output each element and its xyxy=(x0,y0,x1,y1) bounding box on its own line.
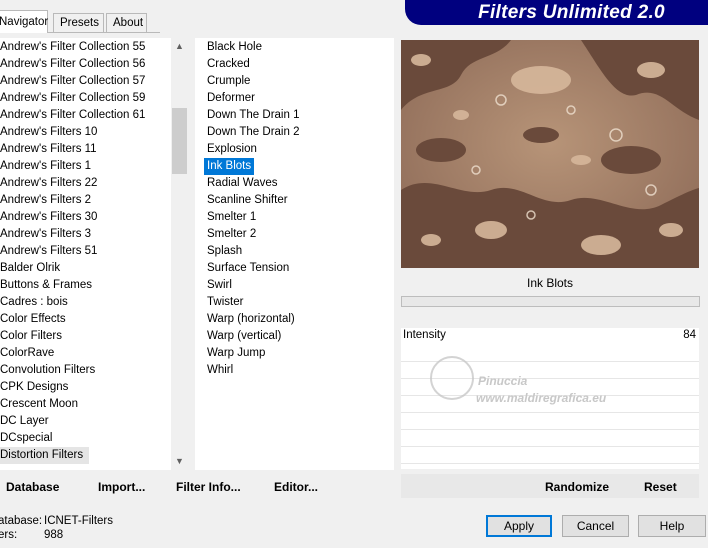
category-item[interactable]: Andrew's Filters 51 xyxy=(0,243,171,260)
watermark-line1: Pinuccia xyxy=(478,374,528,388)
category-item[interactable]: Color Filters xyxy=(0,328,171,345)
category-item[interactable]: Andrew's Filters 30 xyxy=(0,209,171,226)
cancel-button[interactable]: Cancel xyxy=(562,515,629,537)
tab-navigator[interactable]: Navigator xyxy=(0,10,48,33)
filter-item[interactable]: Ink Blots xyxy=(204,158,255,175)
category-item[interactable]: Andrew's Filters 10 xyxy=(0,124,171,141)
filter-info-button[interactable]: Filter Info... xyxy=(176,480,241,494)
randomize-button[interactable]: Randomize xyxy=(545,480,609,494)
filter-item[interactable]: Smelter 1 xyxy=(207,209,394,226)
category-item[interactable]: Distortion Filters xyxy=(0,447,90,464)
category-item[interactable]: DCspecial xyxy=(0,430,171,447)
category-scrollbar[interactable]: ▲ ▼ xyxy=(171,38,188,470)
filter-item[interactable]: Surface Tension xyxy=(207,260,394,277)
filter-item[interactable]: Warp (vertical) xyxy=(207,328,394,345)
category-item[interactable]: CPK Designs xyxy=(0,379,171,396)
param-label: Intensity xyxy=(403,329,446,341)
category-item[interactable]: ColorRave xyxy=(0,345,171,362)
category-item[interactable]: Andrew's Filters 11 xyxy=(0,141,171,158)
category-item[interactable]: Andrew's Filters 2 xyxy=(0,192,171,209)
watermark-line2: www.maldiregrafica.eu xyxy=(476,391,607,405)
scroll-down-icon[interactable]: ▼ xyxy=(171,453,188,470)
status-db-value: ICNET-Filters xyxy=(44,515,113,527)
filter-item[interactable]: Radial Waves xyxy=(207,175,394,192)
preview-title: Ink Blots xyxy=(526,276,574,290)
category-item[interactable]: Buttons & Frames xyxy=(0,277,171,294)
watermark-logo-icon xyxy=(430,356,474,400)
category-item[interactable]: Crescent Moon xyxy=(0,396,171,413)
param-value: 84 xyxy=(683,329,696,341)
app-banner: Filters Unlimited 2.0 xyxy=(405,0,708,25)
category-item[interactable]: Andrew's Filter Collection 56 xyxy=(0,56,171,73)
param-row[interactable]: Intensity 84 xyxy=(401,328,699,345)
apply-button[interactable]: Apply xyxy=(486,515,552,537)
editor-button[interactable]: Editor... xyxy=(274,480,318,494)
category-item[interactable]: Convolution Filters xyxy=(0,362,171,379)
preview-title-underline xyxy=(401,296,700,307)
category-item[interactable]: Andrew's Filter Collection 61 xyxy=(0,107,171,124)
category-item[interactable]: Cadres : bois xyxy=(0,294,171,311)
filter-item[interactable]: Crumple xyxy=(207,73,394,90)
filter-list[interactable]: Black Hole Cracked Crumple Deformer Down The… xyxy=(195,38,394,470)
scroll-thumb[interactable] xyxy=(172,108,187,174)
category-item[interactable]: Andrew's Filter Collection 55 xyxy=(0,39,171,56)
tab-presets[interactable]: Presets xyxy=(53,13,104,32)
filter-item[interactable]: Warp (horizontal) xyxy=(207,311,394,328)
import-button[interactable]: Import... xyxy=(98,480,145,494)
category-item[interactable]: Balder Olrik xyxy=(0,260,171,277)
filter-item[interactable]: Deformer xyxy=(207,90,394,107)
filter-item[interactable]: Black Hole xyxy=(207,39,394,56)
reset-button[interactable]: Reset xyxy=(644,480,677,494)
database-button[interactable]: Database xyxy=(6,480,59,494)
filter-item[interactable]: Down The Drain 2 xyxy=(207,124,394,141)
help-button[interactable]: Help xyxy=(638,515,706,537)
preview-image xyxy=(401,40,699,268)
filter-item[interactable]: Splash xyxy=(207,243,394,260)
category-item[interactable]: Andrew's Filters 22 xyxy=(0,175,171,192)
tab-about[interactable]: About xyxy=(106,13,147,32)
filter-item[interactable]: Twister xyxy=(207,294,394,311)
filter-item[interactable]: Whirl xyxy=(207,362,394,379)
category-item[interactable]: Andrew's Filter Collection 57 xyxy=(0,73,171,90)
filter-item[interactable]: Swirl xyxy=(207,277,394,294)
category-item[interactable]: Andrew's Filter Collection 59 xyxy=(0,90,171,107)
category-item[interactable]: DC Layer xyxy=(0,413,171,430)
category-item[interactable]: Andrew's Filters 3 xyxy=(0,226,171,243)
status-filters-label: ers: xyxy=(0,529,18,541)
scroll-up-icon[interactable]: ▲ xyxy=(171,38,188,55)
filter-item[interactable]: Scanline Shifter xyxy=(207,192,394,209)
status-db-label: atabase: xyxy=(0,515,43,527)
banner-title: Filters Unlimited 2.0 xyxy=(478,2,665,23)
filter-item[interactable]: Explosion xyxy=(207,141,394,158)
status-filters-value: 988 xyxy=(44,529,64,541)
filter-item[interactable]: Cracked xyxy=(207,56,394,73)
category-item[interactable]: Andrew's Filters 1 xyxy=(0,158,171,175)
category-item[interactable]: Color Effects xyxy=(0,311,171,328)
category-list[interactable]: Andrew's Filter Collection 55 Andrew's Fi… xyxy=(0,38,171,470)
filter-item[interactable]: Down The Drain 1 xyxy=(207,107,394,124)
filter-item[interactable]: Warp Jump xyxy=(207,345,394,362)
filter-item[interactable]: Smelter 2 xyxy=(207,226,394,243)
